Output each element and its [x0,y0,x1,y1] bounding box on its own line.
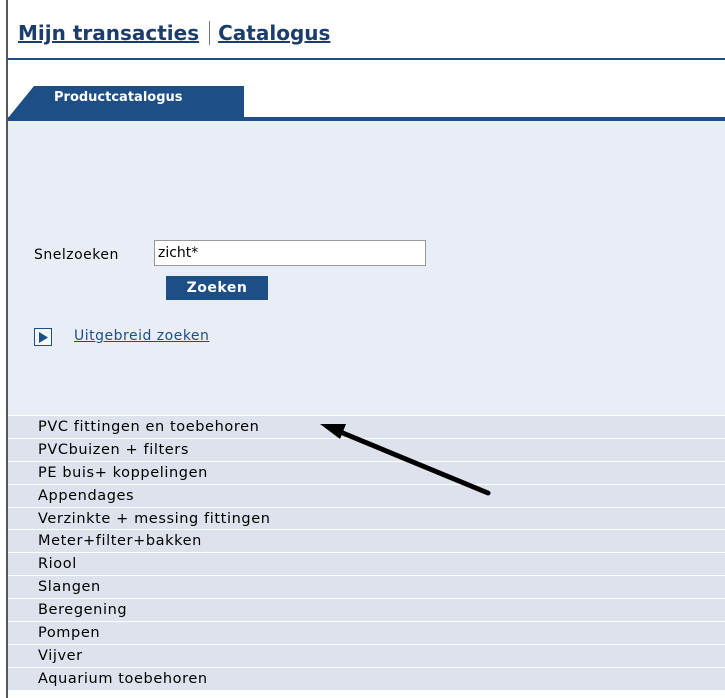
tab-bar: Productcatalogus [8,86,725,118]
tab-notch [8,86,34,118]
top-navigation: Mijn transacties Catalogus [18,18,330,48]
category-item[interactable]: Riool [8,553,725,577]
category-item[interactable]: PVC fittingen en toebehoren [8,416,725,439]
nav-separator [209,21,211,45]
category-item[interactable]: PE buis+ koppelingen [8,461,725,485]
category-item[interactable]: Slangen [8,576,725,600]
category-item[interactable]: Pompen [8,622,725,645]
nav-link-my-transactions[interactable]: Mijn transacties [18,21,199,45]
nav-link-catalog[interactable]: Catalogus [218,21,330,45]
tab-productcatalog[interactable]: Productcatalogus [8,86,244,118]
tab-label: Productcatalogus [54,90,183,105]
category-list: PVC fittingen en toebehoren PVCbuizen + f… [8,416,725,691]
category-item[interactable]: PVCbuizen + filters [8,438,725,462]
category-item[interactable]: Beregening [8,599,725,623]
search-button[interactable]: Zoeken [166,276,268,300]
category-item[interactable]: Meter+filter+bakken [8,530,725,554]
category-item[interactable]: Aquarium toebehoren [8,667,725,691]
search-panel [8,121,725,415]
quick-search-label: Snelzoeken [34,247,119,263]
quick-search-input[interactable] [154,240,426,266]
advanced-search-link[interactable]: Uitgebreid zoeken [74,328,209,344]
category-item[interactable]: Verzinkte + messing fittingen [8,507,725,531]
category-item[interactable]: Appendages [8,484,725,508]
category-item[interactable]: Vijver [8,644,725,668]
play-arrow-icon[interactable] [34,328,52,346]
header-divider [8,58,725,60]
